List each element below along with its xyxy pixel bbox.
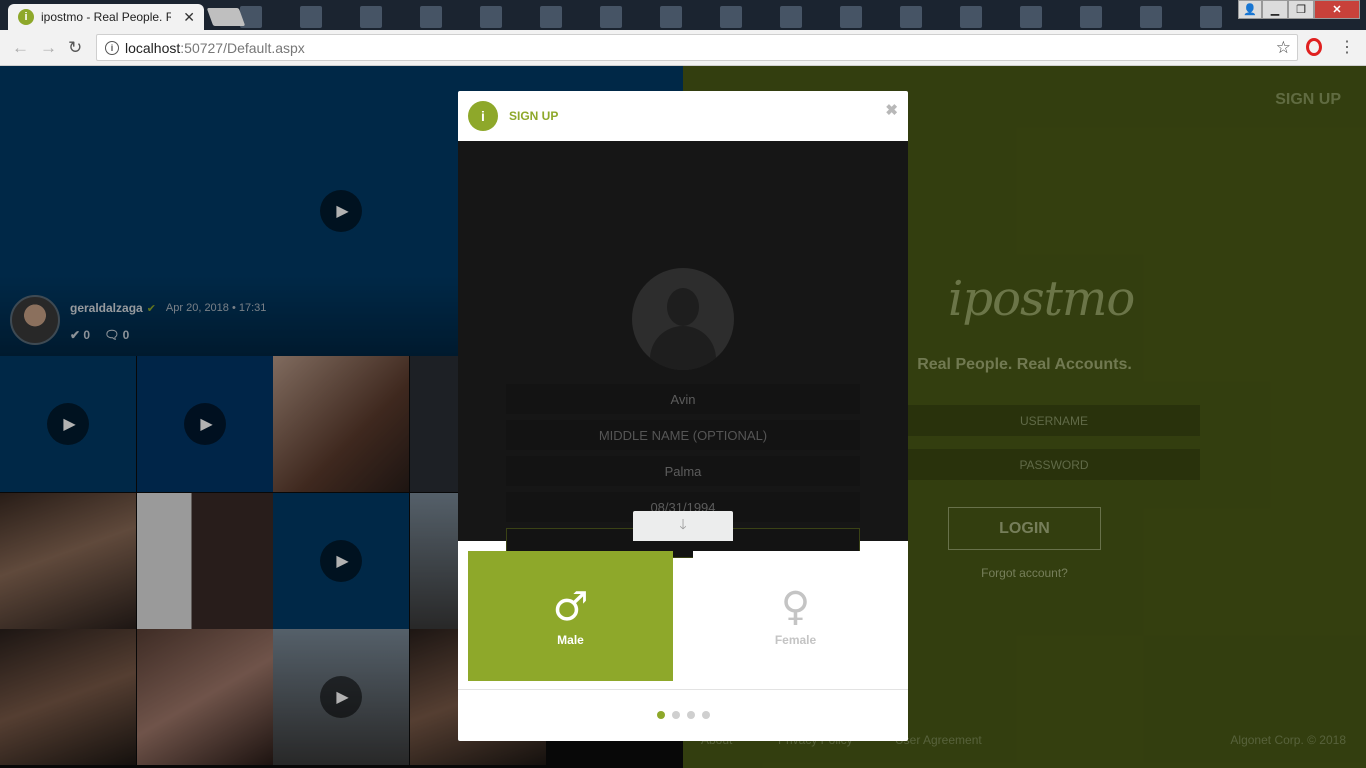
middle-name-field[interactable]: MIDDLE NAME (OPTIONAL)	[506, 420, 860, 450]
step-dot[interactable]	[701, 711, 710, 719]
browser-tab-bar: i ipostmo - Real People. Re ✕ 👤 ▁ ❐ ✕	[0, 0, 1366, 30]
signup-form-area: Avin MIDDLE NAME (OPTIONAL) Palma 08/31/…	[458, 141, 908, 558]
user-icon[interactable]: 👤	[1238, 0, 1262, 19]
kebab-menu-icon[interactable]: ⋮	[1339, 37, 1355, 57]
tab-title: ipostmo - Real People. Re	[41, 10, 171, 24]
step-dot[interactable]	[656, 711, 665, 719]
url-path: :50727/Default.aspx	[180, 39, 305, 56]
step-dot[interactable]	[671, 711, 680, 719]
female-option[interactable]: ♀ Female	[693, 551, 898, 681]
new-tab-button[interactable]	[206, 8, 246, 26]
minimize-icon[interactable]: ▁	[1262, 0, 1288, 19]
star-icon[interactable]: ☆	[1276, 38, 1291, 58]
close-icon[interactable]: ✖	[885, 101, 898, 119]
female-label: Female	[774, 633, 817, 647]
address-bar[interactable]: i localhost:50727/Default.aspx ☆	[96, 34, 1298, 61]
arrow-down-icon: 🡓	[679, 516, 687, 532]
male-option[interactable]: ♂ Male	[468, 551, 673, 681]
forward-arrow-icon[interactable]: →	[40, 38, 57, 58]
restore-icon[interactable]: ❐	[1288, 0, 1314, 19]
tab-close-icon[interactable]: ✕	[183, 9, 195, 26]
window-close-icon[interactable]: ✕	[1314, 0, 1360, 19]
male-icon: ♂	[552, 584, 589, 630]
profile-photo-placeholder[interactable]	[632, 268, 734, 370]
modal-header: i SIGN UP ✖	[458, 91, 908, 141]
info-icon[interactable]: i	[105, 40, 119, 55]
url-host: localhost	[125, 39, 181, 56]
female-icon: ♀	[780, 584, 811, 630]
step-indicator	[458, 711, 908, 719]
step-dot[interactable]	[686, 711, 695, 719]
signup-modal: i SIGN UP ✖ Avin MIDDLE NAME (OPTIONAL) …	[458, 91, 908, 741]
last-name-field[interactable]: Palma	[506, 456, 860, 486]
scroll-down-toggle[interactable]: 🡓	[633, 511, 733, 541]
ipostmo-favicon-icon: i	[18, 9, 34, 25]
browser-tab[interactable]: i ipostmo - Real People. Re ✕	[8, 4, 204, 30]
modal-title: SIGN UP	[509, 109, 559, 123]
reload-icon[interactable]: ↻	[68, 38, 82, 58]
page: ▶ geraldalzaga ✔ Apr 20, 2018 • 17:31 ✔ …	[0, 66, 1366, 768]
window-controls: 👤 ▁ ❐ ✕	[1238, 0, 1360, 19]
ipostmo-logo-icon: i	[468, 101, 498, 131]
background-taskbar-icons	[240, 6, 1230, 28]
modal-divider	[458, 689, 908, 690]
male-label: Male	[557, 633, 584, 647]
browser-toolbar: ← → ↻ i localhost:50727/Default.aspx ☆ ⋮	[0, 30, 1366, 66]
first-name-field[interactable]: Avin	[506, 384, 860, 414]
opera-icon[interactable]	[1306, 38, 1322, 56]
back-arrow-icon[interactable]: ←	[12, 38, 29, 58]
